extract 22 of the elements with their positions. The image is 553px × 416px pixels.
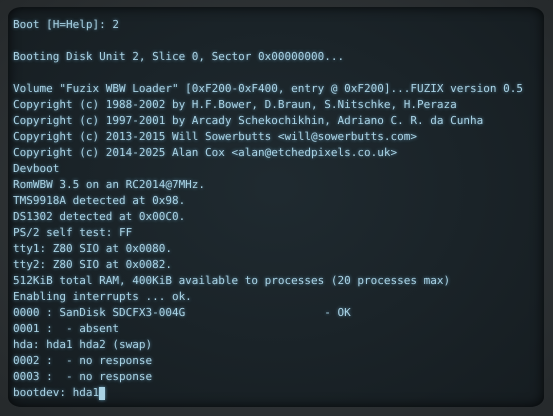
terminal-line: 0001 : - absent bbox=[13, 321, 119, 337]
terminal-line: RomWBW 3.5 on an RC2014@7MHz. bbox=[13, 177, 206, 193]
terminal-line: 0003 : - no response bbox=[13, 369, 152, 385]
terminal-line: Booting Disk Unit 2, Slice 0, Sector 0x00000000... bbox=[13, 49, 344, 65]
terminal-line: Devboot bbox=[13, 161, 60, 177]
terminal-line: TMS9918A detected at 0x98. bbox=[13, 193, 186, 209]
terminal-line: DS1302 detected at 0x00C0. bbox=[13, 209, 186, 225]
terminal-line: Enabling interrupts ... ok. bbox=[13, 289, 192, 305]
terminal-line: Copyright (c) 2013-2015 Will Sowerbutts <will@sowerbutts.com> bbox=[13, 129, 417, 145]
terminal-line: 0002 : - no response bbox=[13, 353, 152, 369]
terminal-line: hda: hda1 hda2 (swap) bbox=[13, 337, 152, 353]
terminal-line: Copyright (c) 2014-2025 Alan Cox <alan@etchedpixels.co.uk> bbox=[13, 145, 398, 161]
terminal-line: tty1: Z80 SIO at 0x0080. bbox=[13, 241, 172, 257]
terminal-line: PS/2 self test: FF bbox=[13, 225, 132, 241]
terminal-line: 512KiB total RAM, 400KiB available to processes (20 processes max) bbox=[13, 273, 450, 289]
terminal-line: 0000 : SanDisk SDCFX3-004G - OK bbox=[13, 305, 351, 321]
terminal-line: bootdev: hda1 bbox=[13, 385, 100, 401]
terminal-line: Volume "Fuzix WBW Loader" [0xF200-0xF400, entry @ 0xF200]...FUZIX version 0.5 bbox=[13, 81, 523, 97]
terminal-line: Copyright (c) 1997-2001 by Arcady Schekochikhin, Adriano C. R. da Cunha bbox=[13, 113, 484, 129]
terminal-line: Copyright (c) 1988-2002 by H.F.Bower, D.Braun, S.Nitschke, H.Peraza bbox=[13, 97, 457, 113]
terminal-line: Boot [H=Help]: 2 bbox=[13, 17, 119, 33]
terminal-line: tty2: Z80 SIO at 0x0082. bbox=[13, 257, 172, 273]
